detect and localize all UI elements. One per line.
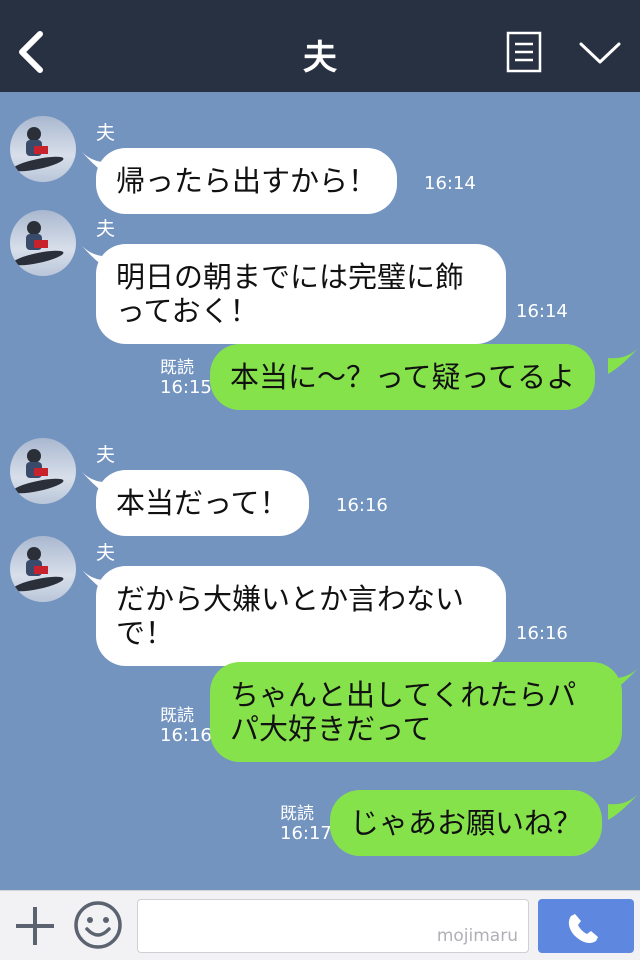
read-receipt: 既読: [160, 706, 194, 726]
message-time: 16:16: [336, 495, 388, 516]
plus-icon[interactable]: [14, 905, 56, 947]
message-bubble: 本当に〜？って疑ってるよ: [210, 344, 596, 410]
message-outgoing: 既読 16:15 本当に〜？って疑ってるよ: [0, 340, 640, 410]
avatar[interactable]: [10, 438, 76, 504]
message-bubble: じゃあお願いね？: [330, 790, 603, 856]
message-incoming: 夫 だから大嫌いとか言わない で！ 16:16: [0, 532, 640, 666]
message-time: 16:16: [160, 725, 212, 746]
message-input[interactable]: mojimaru: [137, 899, 529, 953]
phone-icon: [568, 914, 598, 943]
message-bubble: 明日の朝までには完璧に飾 っておく！: [96, 244, 506, 344]
message-incoming: 夫 帰ったら出すから！ 16:14: [0, 92, 640, 214]
call-button[interactable]: [538, 899, 634, 953]
message-time: 16:16: [516, 623, 568, 644]
sender-name: 夫: [96, 444, 116, 466]
bubble-tail: [608, 348, 638, 374]
bubble-tail: [608, 668, 638, 694]
read-receipt: 既読: [160, 358, 194, 378]
message-incoming: 夫 明日の朝までには完璧に飾 っておく！ 16:14: [0, 210, 640, 344]
chevron-down-icon[interactable]: [578, 40, 622, 66]
message-outgoing: 既読 16:16 ちゃんと出してくれたらパ パ大好きだって: [0, 660, 640, 762]
message-time: 16:14: [516, 301, 568, 322]
avatar[interactable]: [10, 210, 76, 276]
message-bubble: 帰ったら出すから！: [96, 148, 398, 214]
message-time: 16:15: [160, 377, 212, 398]
message-bubble: だから大嫌いとか言わない で！: [96, 566, 506, 666]
sender-name: 夫: [96, 122, 116, 144]
input-bar: mojimaru: [0, 890, 640, 960]
bubble-tail: [608, 794, 638, 820]
message-outgoing: 既読 16:17 じゃあお願いね？: [0, 786, 640, 856]
chat-area[interactable]: 夫 帰ったら出すから！ 16:14 夫 明日の朝までには完璧に飾 っておく！ 1…: [0, 92, 640, 890]
smiley-icon[interactable]: [72, 899, 124, 951]
message-time: 16:14: [424, 173, 476, 194]
avatar[interactable]: [10, 116, 76, 182]
read-receipt: 既読: [280, 804, 314, 824]
watermark: mojimaru: [436, 926, 518, 946]
avatar[interactable]: [10, 536, 76, 602]
message-time: 16:17: [280, 823, 332, 844]
message-incoming: 夫 本当だって！ 16:16: [0, 434, 640, 536]
chat-header: 夫: [0, 0, 640, 92]
sender-name: 夫: [96, 542, 116, 564]
message-bubble: ちゃんと出してくれたらパ パ大好きだって: [210, 662, 622, 762]
memo-icon[interactable]: [506, 31, 542, 73]
chat-title: 夫: [303, 38, 337, 78]
sender-name: 夫: [96, 218, 116, 240]
message-bubble: 本当だって！: [96, 470, 309, 536]
